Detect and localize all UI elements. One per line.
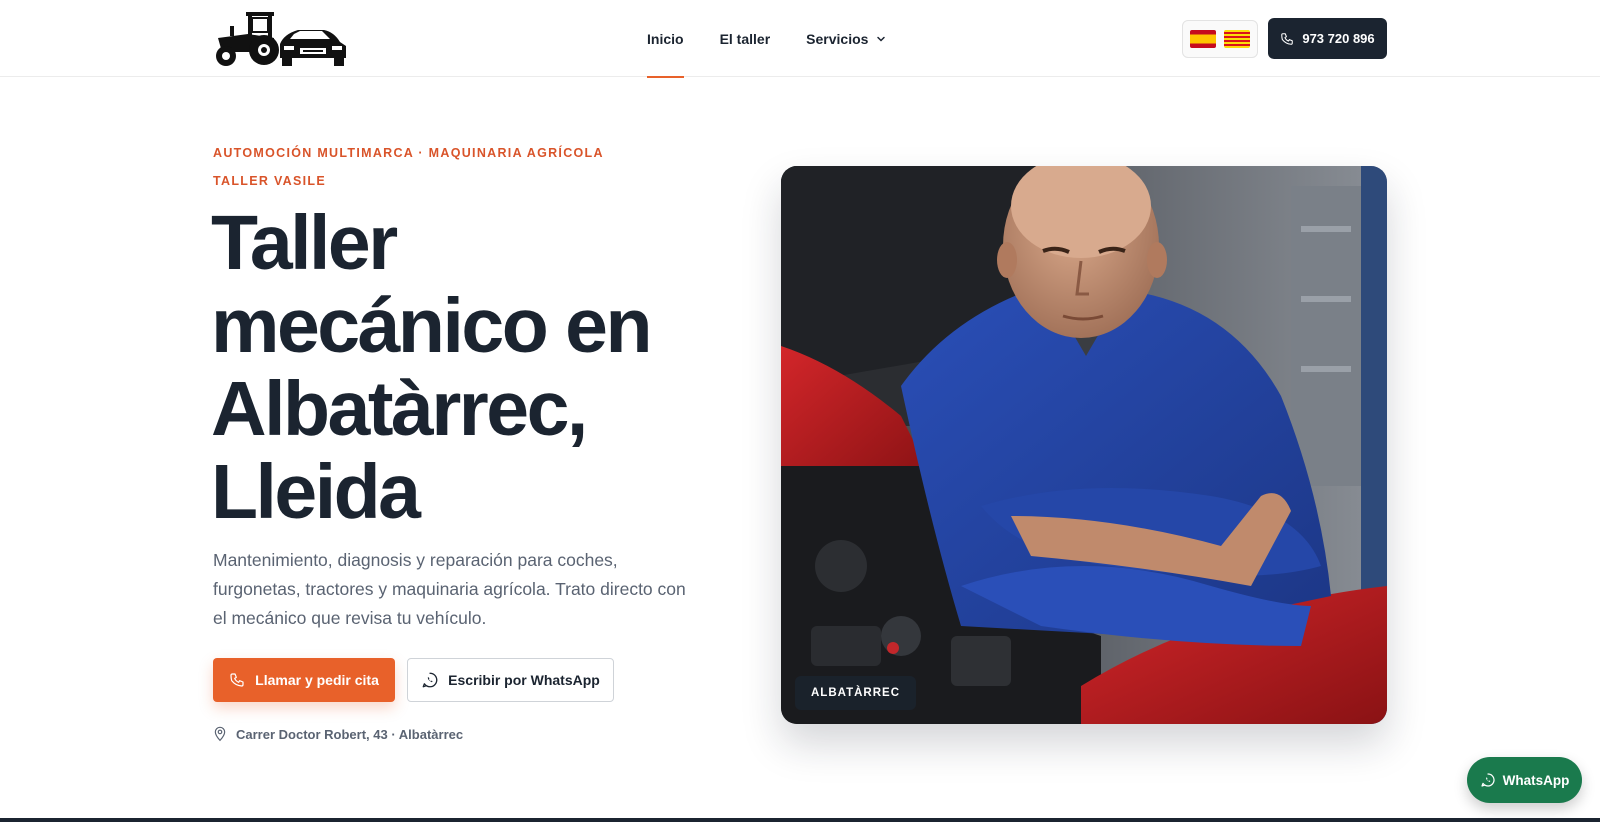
header-phone-button[interactable]: 973 720 896 — [1268, 18, 1387, 59]
phone-icon — [1281, 32, 1294, 45]
bottom-divider — [0, 818, 1600, 822]
es-flag-icon[interactable] — [1190, 30, 1216, 48]
address-label: Carrer Doctor Robert, 43 · Albatàrrec — [236, 726, 464, 742]
floating-whatsapp-label: WhatsApp — [1502, 772, 1570, 788]
hero-eyebrow-brand: TALLER VASILE — [213, 174, 326, 188]
hero-title: Taller mecánico en Albatàrrec, Lleida — [211, 200, 652, 535]
site-header: Inicio El taller Servicios 973 720 896 — [0, 0, 1600, 78]
header-phone-label: 973 720 896 — [1302, 31, 1375, 46]
location-pin-icon — [214, 726, 226, 742]
ca-flag-icon[interactable] — [1224, 30, 1250, 48]
call-appointment-label: Llamar y pedir cita — [255, 672, 379, 688]
call-appointment-button[interactable]: Llamar y pedir cita — [213, 658, 395, 702]
whatsapp-write-label: Escribir por WhatsApp — [448, 672, 600, 688]
nav-item-label: Servicios — [806, 30, 869, 47]
hero-eyebrow-services: AUTOMOCIÓN MULTIMARCA · MAQUINARIA AGRÍC… — [213, 146, 604, 160]
whatsapp-write-button[interactable]: Escribir por WhatsApp — [407, 658, 614, 702]
nav-item-el-taller[interactable]: El taller — [720, 0, 771, 77]
phone-icon — [230, 673, 244, 687]
nav-item-inicio[interactable]: Inicio — [647, 0, 684, 78]
mechanic-photo — [781, 166, 1387, 724]
mechanic-illustration — [781, 166, 1387, 724]
language-switcher — [1182, 20, 1258, 58]
image-location-badge: ALBATÀRREC — [795, 676, 917, 710]
nav-item-servicios[interactable]: Servicios — [806, 0, 886, 77]
floating-whatsapp-button[interactable]: WhatsApp — [1467, 757, 1582, 803]
whatsapp-icon — [422, 672, 438, 688]
nav-item-label: Inicio — [647, 30, 684, 47]
chevron-down-icon — [877, 36, 886, 42]
main-nav: Inicio El taller Servicios — [647, 0, 886, 78]
tractor-car-logo-icon — [216, 12, 346, 66]
whatsapp-icon — [1481, 773, 1495, 787]
logo[interactable] — [212, 10, 348, 68]
nav-item-label: El taller — [719, 30, 771, 47]
hero-description: Mantenimiento, diagnosis y reparación pa… — [213, 550, 686, 628]
address: Carrer Doctor Robert, 43 · Albatàrrec — [213, 726, 463, 742]
